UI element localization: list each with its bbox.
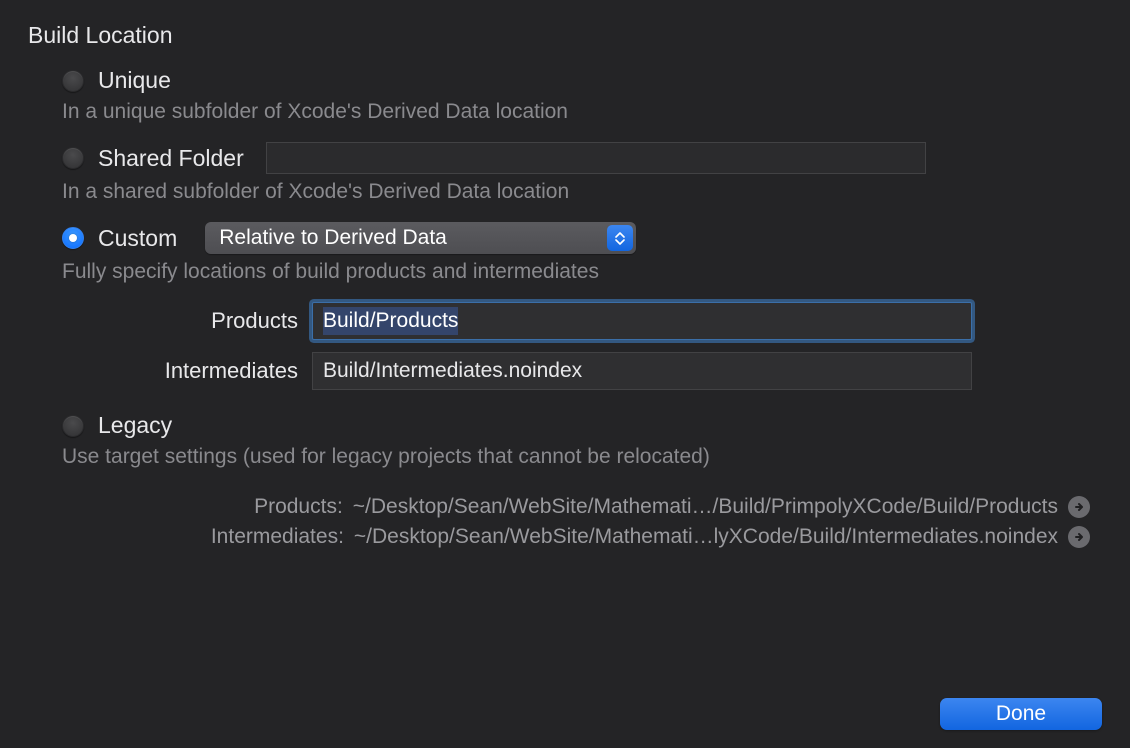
path-intermediates-value: ~/Desktop/Sean/WebSite/Mathemati…lyXCode… xyxy=(354,525,1058,549)
path-row-products: Products: ~/Desktop/Sean/WebSite/Mathema… xyxy=(28,495,1090,519)
sheet-footer: Done xyxy=(940,698,1102,730)
option-custom: Custom Relative to Derived Data Fully sp… xyxy=(62,222,1102,284)
option-custom-label[interactable]: Custom xyxy=(98,225,177,252)
products-input[interactable]: Build/Products xyxy=(312,302,972,340)
arrow-right-icon xyxy=(1073,531,1085,543)
option-unique: Unique In a unique subfolder of Xcode's … xyxy=(62,67,1102,124)
option-legacy-label[interactable]: Legacy xyxy=(98,412,172,439)
intermediates-field-row: Intermediates Build/Intermediates.noinde… xyxy=(62,352,1102,390)
arrow-right-icon xyxy=(1073,501,1085,513)
radio-unique[interactable] xyxy=(62,70,84,92)
products-field-label: Products xyxy=(62,308,312,334)
option-unique-desc: In a unique subfolder of Xcode's Derived… xyxy=(62,100,1102,124)
custom-location-select[interactable]: Relative to Derived Data xyxy=(205,222,636,254)
done-button[interactable]: Done xyxy=(940,698,1102,730)
radio-legacy[interactable] xyxy=(62,415,84,437)
updown-arrows-icon xyxy=(607,225,633,251)
option-shared-label[interactable]: Shared Folder xyxy=(98,145,244,172)
option-shared: Shared Folder In a shared subfolder of X… xyxy=(62,142,1102,204)
path-products-label: Products: xyxy=(254,495,343,519)
path-row-intermediates: Intermediates: ~/Desktop/Sean/WebSite/Ma… xyxy=(28,525,1090,549)
shared-folder-input[interactable] xyxy=(266,142,926,174)
option-custom-desc: Fully specify locations of build product… xyxy=(62,260,1102,284)
section-title: Build Location xyxy=(28,22,1102,49)
products-field-row: Products Build/Products xyxy=(62,302,1102,340)
intermediates-input[interactable]: Build/Intermediates.noindex xyxy=(312,352,972,390)
reveal-intermediates-button[interactable] xyxy=(1068,526,1090,548)
path-intermediates-label: Intermediates: xyxy=(211,525,344,549)
intermediates-field-label: Intermediates xyxy=(62,358,312,384)
intermediates-input-value: Build/Intermediates.noindex xyxy=(323,359,582,383)
option-legacy-desc: Use target settings (used for legacy pro… xyxy=(62,445,1102,469)
reveal-products-button[interactable] xyxy=(1068,496,1090,518)
option-legacy: Legacy Use target settings (used for leg… xyxy=(62,412,1102,469)
custom-location-select-value: Relative to Derived Data xyxy=(219,226,607,250)
option-unique-label[interactable]: Unique xyxy=(98,67,171,94)
build-location-sheet: Build Location Unique In a unique subfol… xyxy=(0,0,1130,748)
resolved-paths: Products: ~/Desktop/Sean/WebSite/Mathema… xyxy=(28,495,1090,549)
products-input-value: Build/Products xyxy=(323,307,458,335)
radio-shared[interactable] xyxy=(62,147,84,169)
option-shared-desc: In a shared subfolder of Xcode's Derived… xyxy=(62,180,1102,204)
path-products-value: ~/Desktop/Sean/WebSite/Mathemati…/Build/… xyxy=(353,495,1058,519)
radio-custom[interactable] xyxy=(62,227,84,249)
